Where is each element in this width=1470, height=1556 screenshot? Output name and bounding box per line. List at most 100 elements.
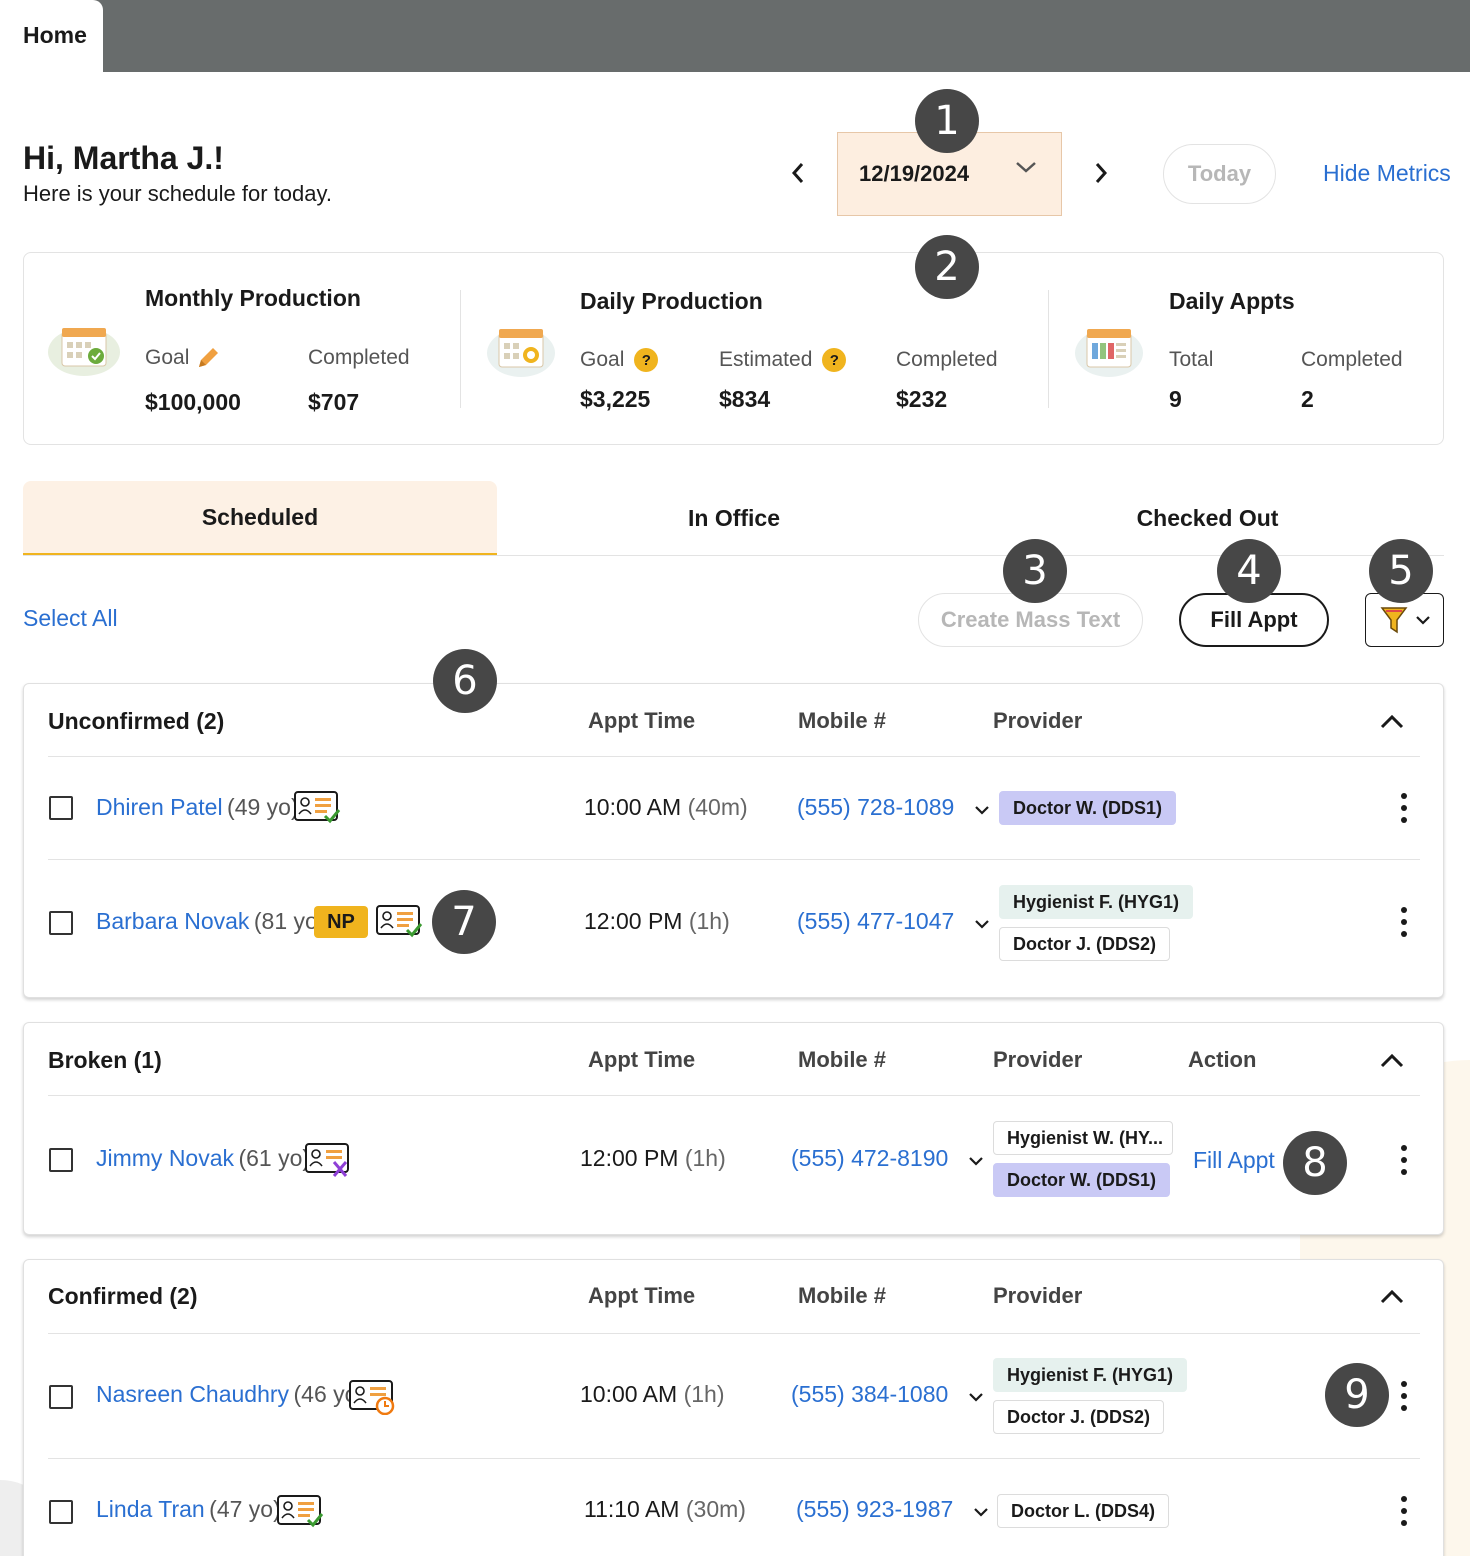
provider-chip: Doctor J. (DDS2) — [993, 1400, 1165, 1434]
daily-appts-title: Daily Appts — [1169, 288, 1295, 314]
row-checkbox[interactable] — [49, 796, 73, 820]
chevron-down-icon[interactable] — [974, 920, 989, 929]
chevron-down-icon[interactable] — [968, 1157, 983, 1166]
mobile-number-link[interactable]: (555) 472-8190 — [791, 1145, 948, 1171]
chevron-down-icon[interactable] — [974, 806, 989, 815]
monthly-completed-value: $707 — [308, 389, 360, 415]
provider-chip: Doctor W. (DDS1) — [993, 1163, 1171, 1197]
row-checkbox[interactable] — [49, 1500, 73, 1524]
date-value: 12/19/2024 — [859, 161, 970, 186]
chevron-up-icon[interactable] — [1380, 714, 1404, 730]
divider — [460, 290, 461, 408]
fill-appt-link[interactable]: Fill Appt — [1193, 1147, 1275, 1174]
appts-completed-label: Completed — [1301, 348, 1403, 371]
mobile-number-link[interactable]: (555) 923-1987 — [796, 1496, 953, 1522]
patient-name-link[interactable]: Dhiren Patel — [96, 794, 223, 820]
chevron-left-icon — [791, 163, 804, 183]
callout-5: 5 — [1369, 539, 1433, 603]
callout-6: 6 — [433, 649, 497, 713]
more-options-kebab-icon[interactable] — [1400, 907, 1408, 937]
mobile-number-link[interactable]: (555) 384-1080 — [791, 1381, 948, 1407]
greeting-subtitle: Here is your schedule for today. — [23, 181, 332, 206]
patient-card-check-icon[interactable] — [375, 904, 423, 938]
patient-age: (49 yo) — [227, 794, 299, 820]
appts-completed-value: 2 — [1301, 386, 1314, 412]
more-options-kebab-icon[interactable] — [1400, 1381, 1408, 1411]
provider-chip: Doctor L. (DDS4) — [997, 1494, 1169, 1528]
patient-age: (61 yo) — [238, 1145, 311, 1171]
column-appt-time: Appt Time — [588, 708, 696, 733]
daily-estimated-value: $834 — [719, 386, 771, 412]
divider — [48, 1095, 1420, 1096]
tab-home[interactable]: Home — [0, 0, 103, 72]
hide-metrics-link[interactable]: Hide Metrics — [1323, 160, 1451, 187]
new-patient-badge: NP — [314, 906, 368, 938]
patient-name-link[interactable]: Jimmy Novak — [96, 1145, 234, 1171]
group-title: Unconfirmed (2) — [48, 708, 225, 734]
appt-duration: (40m) — [687, 794, 748, 820]
appts-total-label: Total — [1169, 348, 1214, 371]
patient-card-check-icon[interactable] — [276, 1494, 324, 1528]
column-mobile: Mobile # — [798, 1283, 887, 1308]
more-options-kebab-icon[interactable] — [1400, 1145, 1408, 1175]
appt-time: 11:10 AM (30m) — [584, 1496, 746, 1523]
prev-day-button[interactable] — [783, 153, 813, 193]
question-icon[interactable]: ? — [822, 348, 847, 373]
daily-estimated-label: Estimated? — [719, 348, 847, 373]
mobile-cell[interactable]: (555) 477-1047 — [797, 908, 989, 935]
mobile-cell[interactable]: (555) 384-1080 — [791, 1381, 983, 1408]
mobile-cell[interactable]: (555) 728-1089 — [797, 794, 989, 821]
today-button[interactable]: Today — [1163, 144, 1276, 204]
patient-name-link[interactable]: Nasreen Chaudhry — [96, 1381, 289, 1407]
mobile-cell[interactable]: (555) 472-8190 — [791, 1145, 983, 1172]
chevron-down-icon — [1415, 615, 1430, 625]
patient-card-clock-icon[interactable] — [348, 1379, 396, 1415]
patient-name-link[interactable]: Linda Tran — [96, 1496, 205, 1522]
monthly-goal-value: $100,000 — [145, 389, 241, 415]
chevron-up-icon[interactable] — [1380, 1289, 1404, 1305]
patient-cell: Dhiren Patel (49 yo) — [96, 794, 299, 821]
daily-estimated-text: Estimated — [719, 348, 813, 371]
divider — [48, 1333, 1420, 1334]
mobile-cell[interactable]: (555) 923-1987 — [796, 1496, 988, 1523]
tab-in-office[interactable]: In Office — [497, 481, 971, 556]
group-confirmed: Confirmed (2) Appt Time Mobile # Provide… — [23, 1259, 1444, 1556]
callout-3: 3 — [1003, 539, 1067, 603]
row-checkbox[interactable] — [49, 911, 73, 935]
divider — [48, 859, 1420, 860]
daily-goal-text: Goal — [580, 348, 625, 371]
patient-card-x-icon[interactable] — [304, 1142, 352, 1178]
mobile-number-link[interactable]: (555) 728-1089 — [797, 794, 954, 820]
daily-completed-label: Completed — [896, 348, 998, 371]
group-unconfirmed: Unconfirmed (2) Appt Time Mobile # Provi… — [23, 683, 1444, 998]
daily-calendar-icon — [487, 329, 555, 377]
patient-cell: Barbara Novak (81 yo) — [96, 908, 325, 935]
daily-production-title: Daily Production — [580, 288, 763, 314]
row-checkbox[interactable] — [49, 1385, 73, 1409]
patient-name-link[interactable]: Barbara Novak — [96, 908, 249, 934]
patient-cell: Linda Tran (47 yo) — [96, 1496, 281, 1523]
next-day-button[interactable] — [1086, 153, 1116, 193]
appt-time: 12:00 PM (1h) — [580, 1145, 726, 1172]
more-options-kebab-icon[interactable] — [1400, 1496, 1408, 1526]
select-all-link[interactable]: Select All — [23, 605, 118, 632]
column-appt-time: Appt Time — [588, 1283, 696, 1308]
chevron-up-icon[interactable] — [1380, 1053, 1404, 1069]
appt-time: 10:00 AM (1h) — [580, 1381, 724, 1408]
pencil-icon[interactable] — [195, 345, 221, 371]
appt-time-value: 10:00 AM — [584, 794, 682, 820]
question-icon[interactable]: ? — [634, 348, 659, 373]
row-checkbox[interactable] — [49, 1148, 73, 1172]
appt-time-value: 11:10 AM — [584, 1496, 680, 1522]
funnel-icon — [1380, 607, 1407, 634]
patient-card-check-icon[interactable] — [293, 790, 341, 824]
provider-chip: Doctor W. (DDS1) — [999, 791, 1177, 825]
top-bar — [0, 0, 1470, 72]
appt-time-value: 12:00 PM — [580, 1145, 679, 1171]
appt-time: 12:00 PM (1h) — [584, 908, 730, 935]
tab-scheduled[interactable]: Scheduled — [23, 481, 497, 556]
chevron-down-icon[interactable] — [968, 1393, 983, 1402]
mobile-number-link[interactable]: (555) 477-1047 — [797, 908, 954, 934]
more-options-kebab-icon[interactable] — [1400, 793, 1408, 823]
chevron-down-icon[interactable] — [973, 1508, 988, 1517]
